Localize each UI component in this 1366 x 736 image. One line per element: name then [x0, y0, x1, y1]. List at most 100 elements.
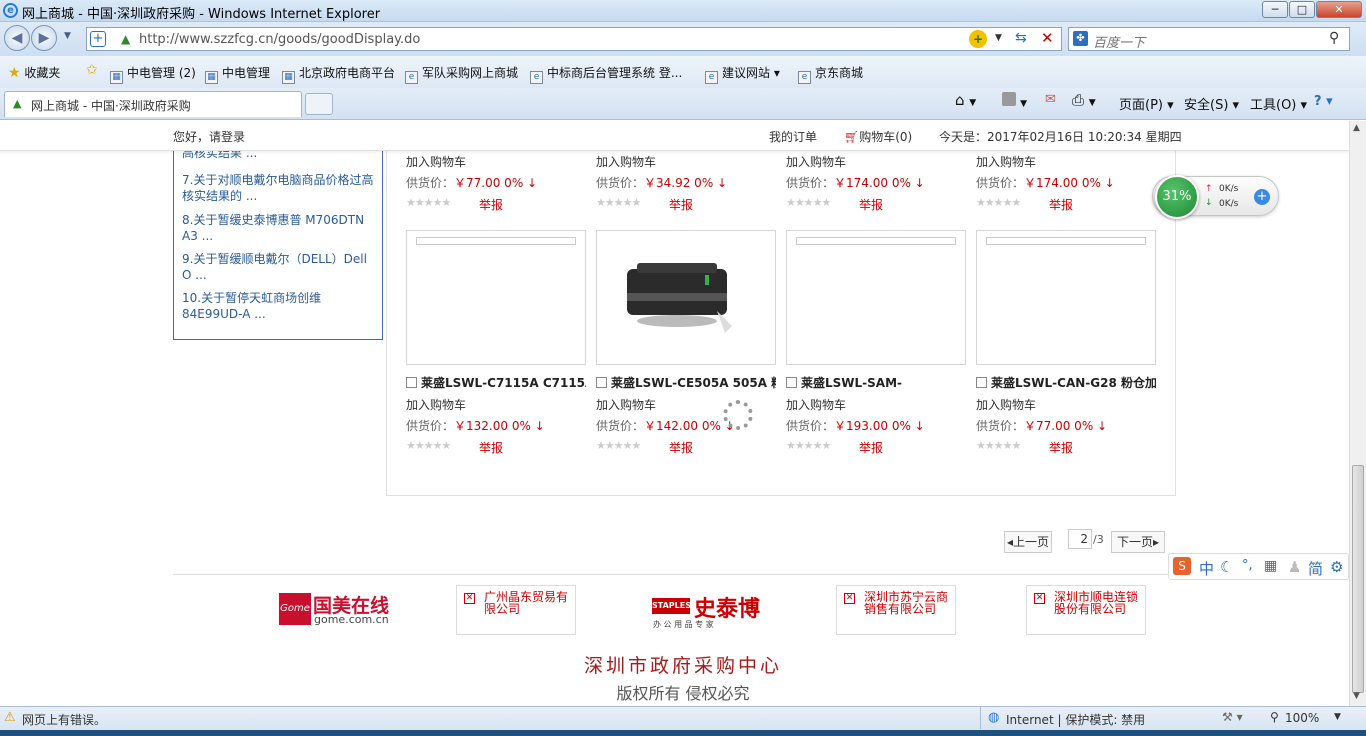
- new-tab-plus-icon[interactable]: +: [90, 31, 106, 47]
- fav-item-0[interactable]: ▦ 中电管理 (2): [110, 64, 196, 84]
- scroll-up-icon[interactable]: ▲: [1353, 123, 1360, 133]
- zoom-dropdown-icon[interactable]: ▼: [1334, 712, 1341, 722]
- new-tab-button[interactable]: [305, 93, 333, 115]
- settings-gear-icon[interactable]: ⚙: [1330, 558, 1343, 576]
- notice-item[interactable]: 9.关于暂缓顺电戴尔（DELL）Dell O ...: [182, 251, 374, 283]
- scrollbar-thumb[interactable]: [1352, 465, 1364, 693]
- home-icon[interactable]: ⌂ ▼: [955, 91, 976, 109]
- my-orders-link[interactable]: 我的订单: [769, 128, 817, 145]
- report-link[interactable]: 举报: [669, 439, 693, 456]
- page-number-input[interactable]: 2: [1068, 529, 1092, 549]
- page-menu[interactable]: 页面(P) ▾: [1119, 94, 1174, 113]
- tab-active[interactable]: ▲ 网上商城 - 中国·深圳政府采购: [4, 91, 302, 117]
- prev-page-button[interactable]: ◂上一页: [1004, 531, 1052, 553]
- fav-item-4[interactable]: e 中标商后台管理系统 登...: [530, 64, 682, 84]
- url-text[interactable]: http://www.szzfcg.cn/goods/goodDisplay.d…: [139, 32, 420, 47]
- cart-link[interactable]: 🛒︎购物车(0): [844, 128, 912, 145]
- memory-usage-ball[interactable]: 31%: [1155, 175, 1199, 219]
- report-link[interactable]: 举报: [859, 196, 883, 213]
- product-name[interactable]: 莱盛LSWL-CAN-G28 粉仓加: [976, 374, 1156, 391]
- print-icon[interactable]: ⎙ ▼: [1072, 91, 1096, 109]
- add-favorite-icon[interactable]: ✩: [86, 62, 98, 78]
- network-speed-widget[interactable]: 31% ↑ 0K/s ↓ 0K/s +: [1152, 175, 1279, 219]
- product-name[interactable]: 莱盛LSWL-CE505A 505A 粉: [596, 374, 776, 391]
- add-to-cart-link[interactable]: 加入购物车: [406, 153, 466, 170]
- add-to-cart-link[interactable]: 加入购物车: [406, 396, 466, 413]
- safety-menu[interactable]: 安全(S) ▾: [1184, 94, 1239, 113]
- compare-checkbox[interactable]: [786, 377, 797, 388]
- punctuation-icon[interactable]: °,: [1242, 558, 1253, 573]
- add-to-cart-link[interactable]: 加入购物车: [976, 153, 1036, 170]
- report-link[interactable]: 举报: [669, 196, 693, 213]
- tools-menu[interactable]: 工具(O) ▾: [1250, 94, 1307, 113]
- partner-logo-broken[interactable]: ✕ 广州晶东贸易有限公司: [456, 585, 576, 635]
- report-link[interactable]: 举报: [479, 439, 503, 456]
- staples-logo[interactable]: STAPLES 史泰博 办 公 用 品 专 家: [650, 591, 770, 631]
- ime-toolbar[interactable]: S 中 ☾ °, ▦ ♟ 简 ⚙: [1168, 553, 1349, 580]
- product-name[interactable]: 莱盛LSWL-C7115A C7115A: [406, 374, 586, 391]
- address-bar[interactable]: + ▲ http://www.szzfcg.cn/goods/goodDispl…: [86, 27, 1062, 51]
- fav-item-5[interactable]: e 建议网站 ▾: [705, 64, 780, 84]
- product-image[interactable]: [976, 230, 1156, 365]
- mail-icon[interactable]: ✉: [1045, 92, 1056, 107]
- help-menu[interactable]: ? ▾: [1314, 94, 1333, 109]
- gome-logo[interactable]: Gome 国美在线 gome.com.cn: [279, 591, 389, 631]
- vertical-scrollbar[interactable]: ▲ ▼: [1349, 121, 1366, 706]
- fav-item-3[interactable]: e 军队采购网上商城: [405, 64, 518, 84]
- forward-button[interactable]: ▶: [31, 25, 57, 51]
- ime-lang-toggle[interactable]: 中: [1199, 558, 1214, 579]
- warning-icon[interactable]: ⚠: [4, 710, 16, 725]
- expand-plus-icon[interactable]: +: [1254, 189, 1270, 205]
- product-image[interactable]: [786, 230, 966, 365]
- compat-view-icon[interactable]: +: [969, 30, 987, 48]
- address-dropdown-icon[interactable]: ▼: [995, 33, 1002, 43]
- keyboard-icon[interactable]: ▦: [1264, 558, 1277, 574]
- fav-item-6[interactable]: e 京东商城: [798, 64, 863, 84]
- moon-icon[interactable]: ☾: [1220, 558, 1233, 576]
- search-box[interactable]: ✤ 百度一下 ⚲: [1068, 27, 1350, 51]
- fav-item-1[interactable]: ▦ 中电管理: [205, 64, 270, 84]
- notice-item[interactable]: 10.关于暂停天虹商场创维 84E99UD-A ...: [182, 290, 374, 322]
- protected-mode-icon[interactable]: ⚒ ▾: [1222, 710, 1243, 724]
- status-error-text[interactable]: 网页上有错误。: [22, 711, 106, 728]
- ime-simplified-toggle[interactable]: 简: [1308, 558, 1323, 579]
- next-page-button[interactable]: 下一页▸: [1111, 531, 1165, 553]
- add-to-cart-link[interactable]: 加入购物车: [596, 153, 656, 170]
- back-button[interactable]: ◀: [4, 25, 30, 51]
- notice-item[interactable]: 7.关于对顺电戴尔电脑商品价格过高核实结果的 ...: [182, 172, 374, 204]
- compare-checkbox[interactable]: [976, 377, 987, 388]
- report-link[interactable]: 举报: [479, 196, 503, 213]
- refresh-icon[interactable]: ⇆: [1015, 30, 1027, 46]
- user-icon[interactable]: ♟: [1288, 558, 1301, 576]
- product-image[interactable]: [406, 230, 586, 365]
- add-to-cart-link[interactable]: 加入购物车: [786, 396, 846, 413]
- report-link[interactable]: 举报: [1049, 196, 1073, 213]
- zoom-level[interactable]: 100%: [1285, 711, 1319, 725]
- login-link[interactable]: 登录: [221, 130, 245, 144]
- scroll-down-icon[interactable]: ▼: [1353, 691, 1360, 701]
- add-to-cart-link[interactable]: 加入购物车: [976, 396, 1036, 413]
- partner-logo-broken[interactable]: ✕ 深圳市苏宁云商销售有限公司: [836, 585, 956, 635]
- partner-logo-broken[interactable]: ✕ 深圳市顺电连锁股份有限公司: [1026, 585, 1146, 635]
- compare-checkbox[interactable]: [596, 377, 607, 388]
- report-link[interactable]: 举报: [1049, 439, 1073, 456]
- feeds-icon[interactable]: ▼: [1002, 92, 1027, 110]
- report-link[interactable]: 举报: [859, 439, 883, 456]
- add-to-cart-link[interactable]: 加入购物车: [786, 153, 846, 170]
- add-to-cart-link[interactable]: 加入购物车: [596, 396, 656, 413]
- close-button[interactable]: ✕: [1316, 1, 1362, 18]
- product-image[interactable]: [596, 230, 776, 365]
- product-name[interactable]: 莱盛LSWL-SAM-: [786, 374, 966, 391]
- stop-icon[interactable]: ✕: [1041, 29, 1054, 47]
- sogou-logo-icon[interactable]: S: [1173, 557, 1191, 575]
- search-icon[interactable]: ⚲: [1329, 30, 1339, 46]
- notice-item[interactable]: 8.关于暂缓史泰博惠普 M706DTN A3 ...: [182, 212, 374, 244]
- favorites-button[interactable]: ★ 收藏夹: [8, 64, 60, 81]
- compare-checkbox[interactable]: [406, 377, 417, 388]
- history-dropdown-icon[interactable]: ▼: [64, 31, 71, 41]
- security-zone[interactable]: Internet | 保护模式: 禁用: [1006, 711, 1145, 728]
- search-input[interactable]: 百度一下: [1093, 32, 1145, 51]
- fav-item-2[interactable]: ▦ 北京政府电商平台: [282, 64, 395, 84]
- maximize-button[interactable]: □: [1289, 1, 1315, 18]
- minimize-button[interactable]: ─: [1262, 1, 1288, 18]
